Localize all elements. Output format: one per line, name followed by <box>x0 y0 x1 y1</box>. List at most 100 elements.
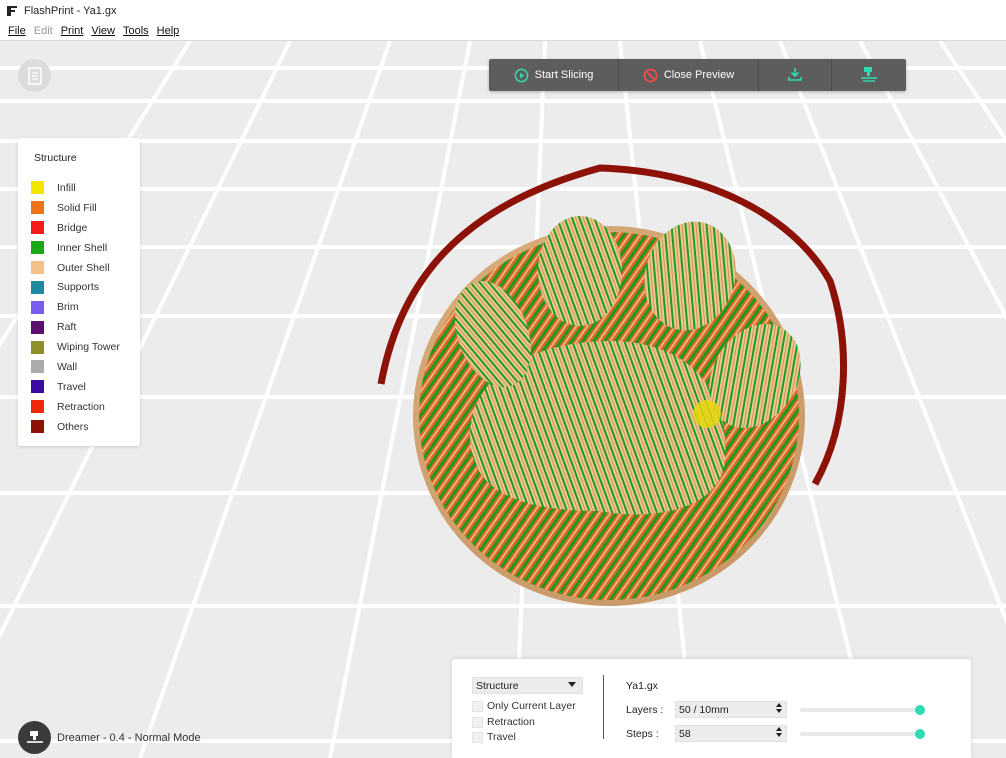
legend-item: Inner Shell <box>31 238 140 258</box>
retraction-checkbox[interactable]: Retraction <box>472 716 535 728</box>
legend-swatch <box>31 201 44 215</box>
printer-status-label: Dreamer - 0.4 - Normal Mode <box>57 731 201 744</box>
legend-item: Brim <box>31 297 140 317</box>
legend-item: Others <box>31 417 140 437</box>
legend-item: Bridge <box>31 218 140 238</box>
download-icon <box>787 66 803 85</box>
start-slicing-label: Start Slicing <box>534 69 594 81</box>
travel-label: Travel <box>487 731 516 743</box>
panel-divider <box>603 675 604 739</box>
arrow-down-icon[interactable] <box>776 709 782 713</box>
legend-label: Others <box>57 420 89 433</box>
only-current-layer-label: Only Current Layer <box>487 700 576 712</box>
menu-tools[interactable]: Tools <box>119 25 153 37</box>
structure-legend: Structure Infill Solid Fill Bridge Inner Sh… <box>18 138 140 446</box>
legend-label: Infill <box>57 181 76 194</box>
printer-status: Dreamer - 0.4 - Normal Mode <box>18 721 201 754</box>
legend-swatch <box>31 241 44 255</box>
legend-swatch <box>31 300 44 314</box>
flashprint-logo-icon <box>7 5 17 16</box>
legend-label: Bridge <box>57 221 88 234</box>
printer-connect-icon <box>860 66 878 85</box>
menu-file[interactable]: File <box>4 25 30 37</box>
legend-item: Supports <box>31 277 140 297</box>
menu-edit[interactable]: Edit <box>30 25 57 37</box>
steps-slider[interactable] <box>800 729 925 739</box>
legend-label: Solid Fill <box>57 201 97 214</box>
layers-slider[interactable] <box>800 705 925 715</box>
title-bar: FlashPrint - Ya1.gx <box>0 0 1006 21</box>
legend-item: Wiping Tower <box>31 337 140 357</box>
menu-bar: File Edit Print View Tools Help <box>0 21 1006 41</box>
menu-edit-label: Edit <box>33 24 53 37</box>
legend-item: Travel <box>31 377 140 397</box>
close-preview-button[interactable]: Close Preview <box>619 59 759 91</box>
start-slicing-button[interactable]: Start Slicing <box>489 59 619 91</box>
retraction-label: Retraction <box>487 716 535 728</box>
connect-printer-button[interactable] <box>832 59 906 91</box>
window-title: FlashPrint - Ya1.gx <box>24 4 117 17</box>
legend-swatch <box>31 221 44 235</box>
file-name: Ya1.gx <box>626 680 658 692</box>
chevron-down-icon <box>568 682 576 687</box>
legend-swatch <box>31 360 44 374</box>
layers-spinbox[interactable]: 50 / 10mm <box>675 701 787 718</box>
preview-toolbar: Start Slicing Close Preview <box>489 59 906 91</box>
legend-item: Wall <box>31 357 140 377</box>
legend-item: Retraction <box>31 397 140 417</box>
legend-swatch <box>31 280 44 294</box>
steps-label: Steps : <box>626 728 659 740</box>
legend-title: Structure <box>34 152 77 164</box>
view-mode-select[interactable]: Structure <box>472 677 583 694</box>
legend-label: Wall <box>57 360 78 373</box>
checkbox-box[interactable] <box>472 700 483 712</box>
legend-label: Raft <box>57 321 77 334</box>
checkbox-box[interactable] <box>472 716 483 728</box>
no-entry-icon <box>643 68 658 83</box>
legend-item: Outer Shell <box>31 258 140 278</box>
legend-label: Brim <box>57 301 79 314</box>
spin-arrows[interactable] <box>776 703 782 713</box>
menu-tools-label: Tools <box>122 24 149 37</box>
steps-spinbox[interactable]: 58 <box>675 725 787 742</box>
close-preview-label: Close Preview <box>663 69 735 81</box>
menu-help-label: Help <box>156 24 180 37</box>
legend-item: Raft <box>31 317 140 337</box>
layers-value: 50 / 10mm <box>679 703 729 716</box>
printer-icon <box>26 730 43 743</box>
preview-settings-panel: Structure Only Current Layer Retraction … <box>452 659 971 758</box>
only-current-layer-checkbox[interactable]: Only Current Layer <box>472 700 576 712</box>
legend-rows: Infill Solid Fill Bridge Inner Shell Outer S… <box>31 178 140 437</box>
legend-label: Supports <box>57 281 100 294</box>
menu-print[interactable]: Print <box>57 25 88 37</box>
menu-help[interactable]: Help <box>153 25 184 37</box>
travel-checkbox[interactable]: Travel <box>472 731 516 743</box>
legend-label: Travel <box>57 380 86 393</box>
legend-swatch <box>31 340 44 354</box>
legend-swatch <box>31 380 44 394</box>
legend-swatch <box>31 420 44 434</box>
scene-canvas <box>0 41 1006 758</box>
steps-value: 58 <box>679 727 691 740</box>
legend-swatch <box>31 320 44 334</box>
printer-status-button[interactable] <box>18 721 51 754</box>
arrow-up-icon[interactable] <box>776 703 782 707</box>
menu-file-label: File <box>8 24 26 37</box>
menu-view-label: View <box>91 24 115 37</box>
preview-viewport[interactable]: Start Slicing Close Preview Structure In… <box>0 41 1006 758</box>
checkbox-box[interactable] <box>472 731 483 743</box>
layers-label: Layers : <box>626 704 664 716</box>
arrow-up-icon[interactable] <box>776 727 782 731</box>
legend-swatch <box>31 400 44 414</box>
play-circle-icon <box>514 68 529 83</box>
file-list-button[interactable] <box>18 59 51 92</box>
export-button[interactable] <box>759 59 832 91</box>
menu-view[interactable]: View <box>87 25 119 37</box>
legend-label: Outer Shell <box>57 261 110 274</box>
legend-item: Infill <box>31 178 140 198</box>
arrow-down-icon[interactable] <box>776 733 782 737</box>
legend-swatch <box>31 181 44 195</box>
steps-slider-thumb[interactable] <box>915 729 925 739</box>
layers-slider-thumb[interactable] <box>915 705 925 715</box>
spin-arrows[interactable] <box>776 727 782 737</box>
